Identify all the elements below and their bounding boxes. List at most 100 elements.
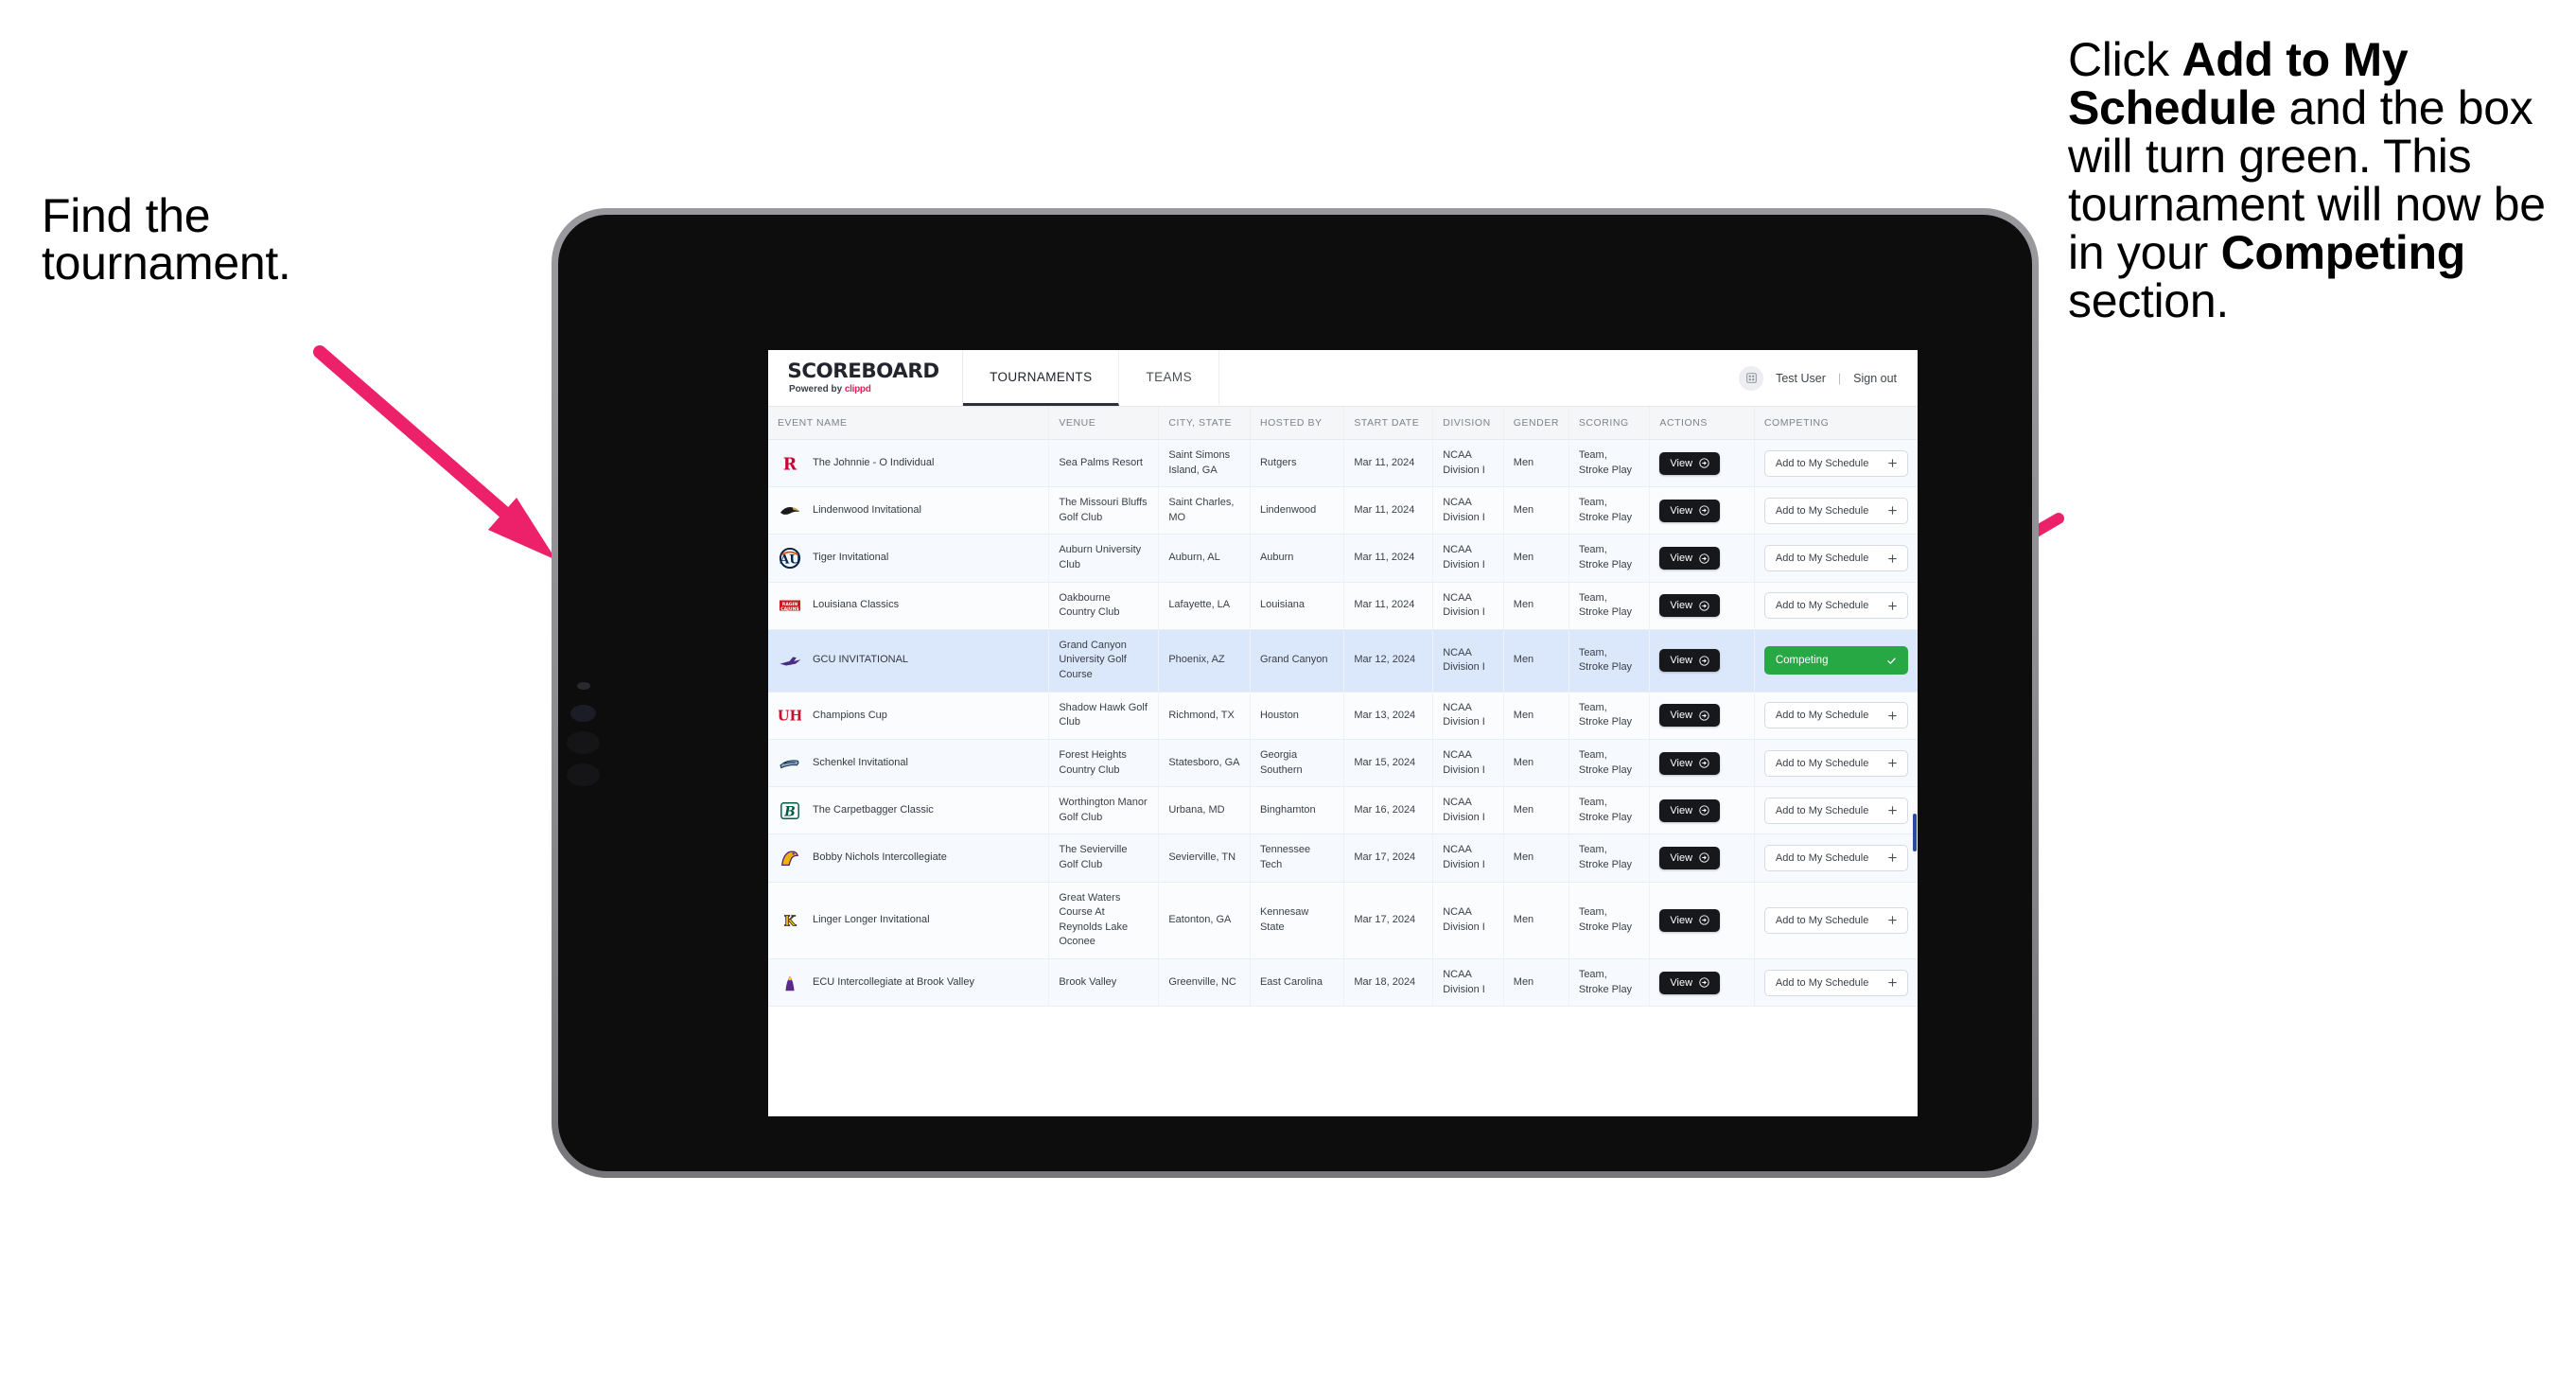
table-row[interactable]: AU Tiger Invitational Auburn University … bbox=[768, 534, 1918, 583]
col-header-event-name[interactable]: EVENT NAME bbox=[768, 407, 1050, 440]
cell-venue: Shadow Hawk Golf Club bbox=[1048, 692, 1160, 740]
arrow-right-circle-icon bbox=[1699, 553, 1709, 564]
cell-hosted-by: East Carolina bbox=[1250, 958, 1345, 1008]
cell-start-date: Mar 17, 2024 bbox=[1343, 882, 1434, 960]
table-row[interactable]: K Linger Longer Invitational Great Water… bbox=[768, 882, 1918, 960]
grid-icon bbox=[1745, 373, 1757, 383]
table-row[interactable]: R The Johnnie - O Individual Sea Palms R… bbox=[768, 439, 1918, 488]
cell-division: NCAA Division I bbox=[1432, 534, 1504, 583]
add-to-my-schedule-button[interactable]: Add to My Schedule bbox=[1763, 797, 1908, 824]
table-row[interactable]: Schenkel Invitational Forest Heights Cou… bbox=[768, 739, 1918, 788]
table-row[interactable]: Lindenwood Invitational The Missouri Blu… bbox=[768, 486, 1918, 535]
add-to-my-schedule-button[interactable]: Add to My Schedule bbox=[1763, 906, 1908, 934]
cell-start-date: Mar 11, 2024 bbox=[1343, 439, 1434, 488]
col-header-gender[interactable]: GENDER bbox=[1503, 407, 1569, 440]
competing-label: Competing bbox=[1775, 655, 1829, 667]
cell-venue: Sea Palms Resort bbox=[1048, 439, 1160, 488]
view-button[interactable]: View bbox=[1659, 499, 1721, 522]
cell-scoring: Team, Stroke Play bbox=[1568, 629, 1651, 693]
sign-out-link[interactable]: Sign out bbox=[1853, 372, 1897, 385]
view-label: View bbox=[1670, 804, 1693, 816]
cell-event-name: Schenkel Invitational bbox=[768, 739, 1050, 788]
col-header-venue[interactable]: VENUE bbox=[1048, 407, 1160, 440]
add-to-my-schedule-button[interactable]: Add to My Schedule bbox=[1763, 449, 1908, 477]
cell-actions: View bbox=[1649, 739, 1755, 788]
houston-logo: UH bbox=[778, 704, 802, 727]
tablet-screen-bezel: SCOREBOARD Powered by clippd TOURNAMENTS… bbox=[558, 215, 2032, 1171]
table-row[interactable]: ECU Intercollegiate at Brook Valley Broo… bbox=[768, 958, 1918, 1008]
cell-competing: Competing bbox=[1754, 629, 1918, 693]
cell-city-state: Lafayette, LA bbox=[1158, 582, 1251, 630]
view-button[interactable]: View bbox=[1659, 704, 1721, 728]
cell-competing: Add to My Schedule bbox=[1754, 486, 1918, 535]
georgia-southern-logo bbox=[778, 752, 802, 775]
avatar[interactable] bbox=[1739, 365, 1764, 391]
cell-venue: The Sevierville Golf Club bbox=[1048, 833, 1160, 883]
arrow-right-circle-icon bbox=[1699, 458, 1709, 468]
cell-competing: Add to My Schedule bbox=[1754, 882, 1918, 960]
col-header-division[interactable]: DIVISION bbox=[1432, 407, 1504, 440]
view-button[interactable]: View bbox=[1659, 846, 1721, 869]
table-row[interactable]: GCU INVITATIONAL Grand Canyon University… bbox=[768, 629, 1918, 693]
cell-competing: Add to My Schedule bbox=[1754, 786, 1918, 835]
view-button[interactable]: View bbox=[1659, 798, 1721, 822]
view-button[interactable]: View bbox=[1659, 594, 1721, 618]
col-header-start-date[interactable]: START DATE bbox=[1343, 407, 1434, 440]
cell-event-name: UH Champions Cup bbox=[768, 692, 1050, 740]
cell-division: NCAA Division I bbox=[1432, 833, 1504, 883]
cell-competing: Add to My Schedule bbox=[1754, 739, 1918, 788]
event-name-text: Champions Cup bbox=[813, 709, 887, 721]
cell-hosted-by: Tennessee Tech bbox=[1250, 833, 1345, 883]
cell-division: NCAA Division I bbox=[1432, 882, 1504, 960]
table-row[interactable]: Bobby Nichols Intercollegiate The Sevier… bbox=[768, 833, 1918, 883]
add-to-my-schedule-button[interactable]: Add to My Schedule bbox=[1763, 545, 1908, 572]
add-to-my-schedule-button[interactable]: Add to My Schedule bbox=[1763, 702, 1908, 729]
view-button[interactable]: View bbox=[1659, 649, 1721, 673]
view-button[interactable]: View bbox=[1659, 547, 1721, 570]
cell-competing: Add to My Schedule bbox=[1754, 582, 1918, 630]
add-to-my-schedule-label: Add to My Schedule bbox=[1775, 504, 1869, 517]
col-header-city-state[interactable]: CITY, STATE bbox=[1158, 407, 1251, 440]
cell-division: NCAA Division I bbox=[1432, 582, 1504, 630]
vertical-scrollbar[interactable] bbox=[1913, 814, 1917, 851]
arrow-right-circle-icon bbox=[1699, 505, 1709, 517]
view-label: View bbox=[1670, 710, 1693, 722]
view-label: View bbox=[1670, 914, 1693, 926]
add-to-my-schedule-button[interactable]: Add to My Schedule bbox=[1763, 969, 1908, 996]
view-button[interactable]: View bbox=[1659, 751, 1721, 775]
cell-division: NCAA Division I bbox=[1432, 786, 1504, 835]
col-header-scoring[interactable]: SCORING bbox=[1568, 407, 1651, 440]
gcu-logo bbox=[778, 649, 802, 672]
cell-scoring: Team, Stroke Play bbox=[1568, 486, 1651, 535]
cell-city-state: Phoenix, AZ bbox=[1158, 629, 1251, 693]
cell-event-name: Lindenwood Invitational bbox=[768, 486, 1050, 535]
add-to-my-schedule-button[interactable]: Add to My Schedule bbox=[1763, 497, 1908, 524]
cell-competing: Add to My Schedule bbox=[1754, 534, 1918, 583]
cell-division: NCAA Division I bbox=[1432, 486, 1504, 535]
view-button[interactable]: View bbox=[1659, 451, 1721, 475]
table-row[interactable]: RAGIN CAJUNS Louisiana Classics Oakbourne… bbox=[768, 582, 1918, 630]
camera-sensor-icon bbox=[577, 682, 590, 690]
cell-competing: Add to My Schedule bbox=[1754, 439, 1918, 488]
col-header-competing[interactable]: COMPETING bbox=[1754, 407, 1918, 440]
cell-division: NCAA Division I bbox=[1432, 439, 1504, 488]
competing-badge-button[interactable]: Competing bbox=[1763, 646, 1908, 675]
add-to-my-schedule-label: Add to My Schedule bbox=[1775, 851, 1869, 864]
view-button[interactable]: View bbox=[1659, 908, 1721, 932]
add-to-my-schedule-button[interactable]: Add to My Schedule bbox=[1763, 749, 1908, 777]
view-button[interactable]: View bbox=[1659, 971, 1721, 994]
col-header-hosted-by[interactable]: HOSTED BY bbox=[1250, 407, 1345, 440]
tournaments-table-scroll[interactable]: EVENT NAME VENUE CITY, STATE HOSTED BY S… bbox=[768, 407, 1918, 1116]
table-header-row: EVENT NAME VENUE CITY, STATE HOSTED BY S… bbox=[768, 407, 1918, 440]
tab-teams[interactable]: TEAMS bbox=[1119, 350, 1219, 406]
brand-logo[interactable]: SCOREBOARD Powered by clippd bbox=[768, 350, 964, 406]
table-row[interactable]: B The Carpetbagger Classic Worthington M… bbox=[768, 786, 1918, 835]
add-to-my-schedule-button[interactable]: Add to My Schedule bbox=[1763, 844, 1908, 871]
svg-text:RAGIN: RAGIN bbox=[782, 602, 798, 607]
col-header-actions[interactable]: ACTIONS bbox=[1649, 407, 1755, 440]
view-label: View bbox=[1670, 655, 1693, 667]
table-row[interactable]: UH Champions Cup Shadow Hawk Golf Club R… bbox=[768, 692, 1918, 740]
table-body: R The Johnnie - O Individual Sea Palms R… bbox=[768, 439, 1918, 1008]
tab-tournaments[interactable]: TOURNAMENTS bbox=[963, 350, 1120, 406]
add-to-my-schedule-button[interactable]: Add to My Schedule bbox=[1763, 592, 1908, 620]
